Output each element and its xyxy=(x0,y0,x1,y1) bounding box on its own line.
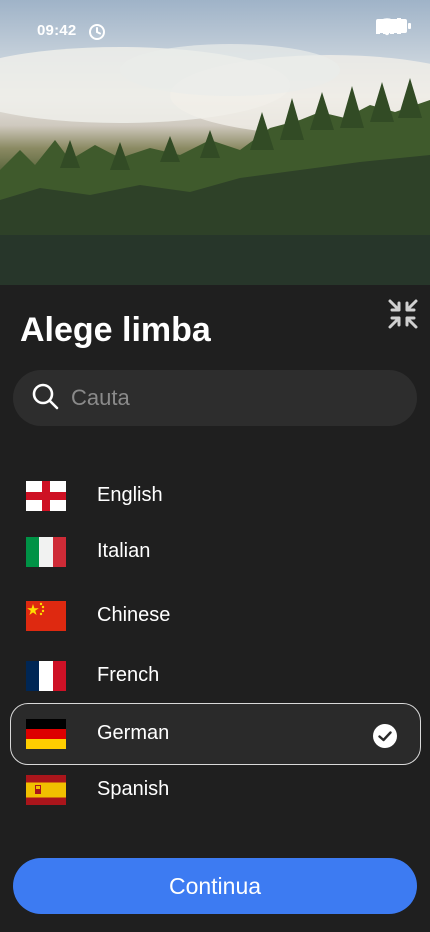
language-label: Italian xyxy=(97,540,151,562)
germany-flag-icon xyxy=(26,719,66,749)
hero-landscape-image: 09:42 xyxy=(0,0,430,285)
search-input[interactable] xyxy=(71,385,371,411)
language-item-french[interactable]: French xyxy=(10,645,421,707)
status-bar: 09:42 xyxy=(0,0,430,60)
language-label: German xyxy=(97,722,170,744)
language-item-italian[interactable]: Italian xyxy=(10,521,421,583)
search-bar[interactable] xyxy=(13,370,417,426)
language-label: French xyxy=(97,664,160,686)
search-icon xyxy=(31,382,59,415)
france-flag-icon xyxy=(26,661,66,691)
language-item-spanish[interactable]: Spanish xyxy=(10,759,421,821)
italy-flag-icon xyxy=(26,537,66,567)
language-item-english[interactable]: English xyxy=(10,465,421,527)
language-label: Chinese xyxy=(97,604,171,626)
checkmark-icon xyxy=(373,724,397,748)
continue-button[interactable]: Continua xyxy=(13,858,417,914)
language-label: Spanish xyxy=(97,778,170,800)
language-label: English xyxy=(97,484,163,506)
language-sheet: Alege limba English Italian Chinese xyxy=(0,285,430,932)
spain-flag-icon xyxy=(26,775,66,805)
language-item-german[interactable]: German xyxy=(10,703,421,765)
language-item-chinese[interactable]: Chinese xyxy=(10,585,421,647)
england-flag-icon xyxy=(26,481,66,511)
status-time: 09:42 xyxy=(37,22,77,39)
page-title: Alege limba xyxy=(20,311,211,349)
china-flag-icon xyxy=(26,601,66,631)
collapse-icon[interactable] xyxy=(386,297,420,331)
